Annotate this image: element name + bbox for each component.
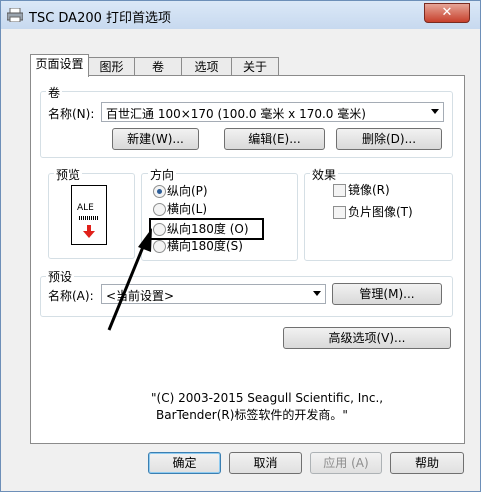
- label-preview-thumbnail: ALE: [71, 185, 107, 245]
- negative-image-checkbox[interactable]: [333, 206, 346, 219]
- radio-portrait[interactable]: [153, 185, 166, 198]
- tab-options[interactable]: 选项: [181, 57, 232, 76]
- new-roll-button[interactable]: 新建(W)...: [112, 128, 199, 150]
- barcode-icon: [79, 216, 99, 220]
- radio-portrait-label: 纵向(P): [167, 184, 208, 198]
- apply-button[interactable]: 应用 (A): [310, 452, 382, 474]
- preset-group-title: 预设: [46, 268, 75, 285]
- preset-name-label: 名称(A):: [48, 289, 94, 303]
- advanced-options-button[interactable]: 高级选项(V)...: [283, 327, 451, 349]
- title-bar: TSC DA200 打印首选项 ✕: [1, 1, 480, 29]
- roll-group-title: 卷: [46, 84, 63, 101]
- tab-about[interactable]: 关于: [231, 57, 279, 76]
- roll-name-select[interactable]: 百世汇通 100×170 (100.0 毫米 x 170.0 毫米): [101, 102, 444, 122]
- window-title: TSC DA200 打印首选项: [29, 11, 172, 26]
- cancel-button[interactable]: 取消: [229, 452, 302, 474]
- edit-roll-button[interactable]: 编辑(E)...: [224, 128, 325, 150]
- chevron-down-icon: [313, 291, 321, 296]
- copyright-line-1: "(C) 2003-2015 Seagull Scientific, Inc.,: [151, 391, 384, 405]
- effects-group-title: 效果: [310, 166, 339, 183]
- mirror-label: 镜像(R): [348, 183, 390, 197]
- red-down-arrow-icon: [83, 225, 95, 238]
- copyright-line-2: BarTender(R)标签软件的开发商。": [156, 408, 348, 422]
- roll-name-label: 名称(N):: [48, 107, 95, 121]
- tab-roll[interactable]: 卷: [134, 57, 182, 76]
- help-button[interactable]: 帮助: [390, 452, 464, 474]
- preview-label-text: ALE: [77, 203, 94, 213]
- roll-name-value: 百世汇通 100×170 (100.0 毫米 x 170.0 毫米): [106, 107, 366, 121]
- tab-graphics[interactable]: 图形: [88, 57, 135, 76]
- tab-page-setup[interactable]: 页面设置: [30, 54, 89, 77]
- preview-group-title: 预览: [54, 166, 83, 183]
- print-preferences-window: TSC DA200 打印首选项 ✕ 页面设置 图形 卷 选项 关于 卷 名称(N…: [0, 0, 481, 492]
- page-setup-panel: 卷 名称(N): 百世汇通 100×170 (100.0 毫米 x 170.0 …: [30, 75, 465, 444]
- close-button[interactable]: ✕: [424, 3, 470, 23]
- orientation-group-title: 方向: [148, 166, 177, 183]
- ok-button[interactable]: 确定: [148, 452, 221, 474]
- radio-landscape[interactable]: [153, 203, 166, 216]
- printer-icon: [7, 8, 23, 22]
- negative-image-label: 负片图像(T): [348, 205, 413, 219]
- chevron-down-icon: [431, 109, 439, 114]
- manage-button[interactable]: 管理(M)...: [332, 283, 442, 305]
- radio-landscape-label: 横向(L): [167, 202, 208, 216]
- delete-roll-button[interactable]: 删除(D)...: [336, 128, 442, 150]
- annotation-arrow: [107, 228, 152, 331]
- highlight-box: [149, 218, 264, 240]
- mirror-checkbox[interactable]: [333, 184, 346, 197]
